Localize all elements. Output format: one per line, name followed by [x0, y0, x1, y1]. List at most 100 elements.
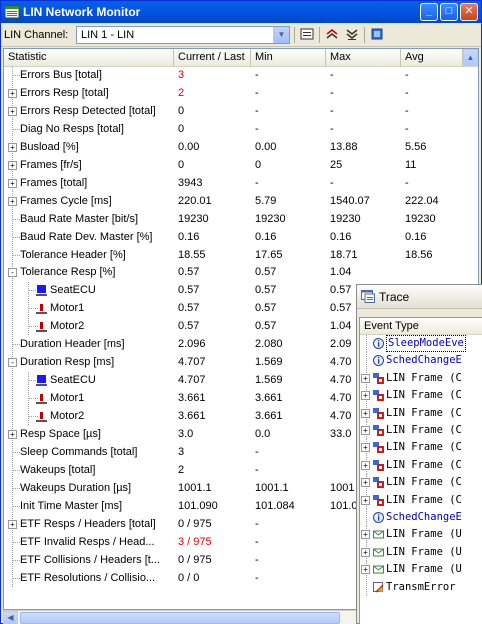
collapse-all-button[interactable] — [324, 27, 340, 43]
trace-row[interactable]: + LIN Frame (U — [360, 543, 482, 561]
table-row[interactable]: + Frames [fr/s] 0 0 25 11 — [4, 156, 478, 174]
trace-row[interactable]: + LIN Frame (U — [360, 526, 482, 544]
slave-node-icon — [36, 322, 47, 333]
expand-icon[interactable]: + — [8, 160, 17, 170]
current-value: 3.0 — [178, 428, 194, 440]
expand-icon[interactable]: + — [361, 565, 370, 575]
trace-row[interactable]: + LIN Frame (U — [360, 561, 482, 579]
avg-value: 18.56 — [405, 248, 433, 261]
table-row[interactable]: Baud Rate Dev. Master [%] 0.16 0.16 0.16 0.1… — [4, 228, 478, 246]
tree-connector — [366, 509, 367, 526]
statistic-label: ETF Resps / Headers [total] — [20, 517, 156, 530]
column-header-min[interactable]: Min — [251, 49, 326, 67]
slave-node-icon — [36, 394, 47, 405]
lin-frame-icon — [373, 494, 384, 506]
avg-value: 5.56 — [405, 140, 427, 153]
table-row[interactable]: Diag No Resps [total] 0 - - - — [4, 120, 478, 138]
trace-column-header-event-type[interactable]: Event Type — [360, 318, 482, 335]
statistic-label: Resp Space [µs] — [20, 428, 101, 440]
min-value: 1001.1 — [255, 481, 289, 494]
tree-connector — [12, 408, 13, 426]
table-row[interactable]: Baud Rate Master [bit/s] 19230 19230 19230 1… — [4, 210, 478, 228]
expand-all-icon — [346, 29, 358, 40]
minimize-button[interactable]: _ — [420, 3, 438, 21]
trace-event-type: TransmError — [386, 580, 456, 593]
lin-frame-icon — [373, 459, 384, 471]
expand-icon[interactable]: + — [8, 178, 17, 188]
title-bar[interactable]: LIN Network Monitor _ □ ✕ — [1, 1, 481, 23]
max-value: 0.16 — [330, 230, 352, 243]
trace-list[interactable]: Event Type SleepModeEve SchedChangeE + LIN … — [359, 317, 482, 624]
table-row[interactable]: - Tolerance Resp [%] 0.57 0.57 1.04 — [4, 264, 478, 282]
column-header-current[interactable]: Current / Last — [174, 49, 251, 67]
trace-row[interactable]: SchedChangeE — [360, 509, 482, 526]
trace-row[interactable]: + LIN Frame (C — [360, 439, 482, 457]
trace-row[interactable]: SleepModeEve — [360, 335, 482, 352]
expand-icon[interactable]: + — [361, 460, 370, 470]
table-row[interactable]: + Errors Resp Detected [total] 0 - - - — [4, 102, 478, 120]
expand-icon[interactable]: + — [361, 530, 370, 540]
trace-row[interactable]: TransmError — [360, 578, 482, 596]
scrollbar-thumb[interactable] — [20, 612, 340, 624]
expand-all-button[interactable] — [344, 27, 360, 43]
trace-row[interactable]: + LIN Frame (C — [360, 387, 482, 405]
toolbar-separator — [364, 27, 365, 43]
table-row[interactable]: + Frames Cycle [ms] 220.01 5.79 1540.07 222.0… — [4, 192, 478, 210]
trace-row[interactable]: SchedChangeE — [360, 352, 482, 370]
table-row[interactable]: Errors Bus [total] 3 - - - — [4, 67, 478, 84]
trace-icon — [361, 290, 375, 303]
expand-icon[interactable]: + — [8, 519, 17, 529]
column-header-statistic[interactable]: Statistic — [4, 49, 174, 67]
table-row[interactable]: + Errors Resp [total] 2 - - - — [4, 84, 478, 102]
properties-icon — [300, 28, 314, 40]
expand-icon[interactable]: + — [8, 196, 17, 206]
avg-value: - — [405, 69, 409, 81]
collapse-icon[interactable]: - — [8, 358, 17, 368]
expand-icon[interactable]: + — [8, 142, 17, 152]
expand-icon[interactable]: + — [361, 443, 370, 453]
min-value: 0.57 — [255, 320, 277, 333]
chevron-down-icon[interactable]: ▼ — [273, 27, 289, 43]
table-row[interactable]: + Busload [%] 0.00 0.00 13.88 5.56 — [4, 138, 478, 156]
expand-icon[interactable]: + — [8, 106, 17, 116]
trace-event-type: SchedChangeE — [386, 354, 462, 367]
trace-title-bar[interactable]: Trace — [357, 285, 482, 309]
expand-icon[interactable]: + — [361, 547, 370, 557]
expand-icon[interactable]: + — [361, 495, 370, 505]
chevron-up-icon: ▲ — [466, 53, 475, 62]
trace-row[interactable]: + LIN Frame (C — [360, 369, 482, 387]
scroll-up-button[interactable]: ▲ — [463, 49, 478, 66]
max-value: 1540.07 — [330, 194, 370, 207]
column-header-avg[interactable]: Avg — [401, 49, 463, 67]
maximize-button[interactable]: □ — [440, 3, 458, 21]
scroll-left-button[interactable]: ◀ — [3, 611, 18, 624]
expand-icon[interactable]: + — [361, 478, 370, 488]
collapse-icon[interactable]: - — [8, 268, 17, 278]
expand-icon[interactable]: + — [361, 373, 370, 383]
expand-icon[interactable]: + — [8, 88, 17, 98]
column-header-max[interactable]: Max — [326, 49, 401, 67]
current-value: 2 — [178, 463, 185, 476]
properties-button[interactable] — [299, 27, 315, 43]
current-value: 0 — [178, 122, 185, 135]
trace-row[interactable]: + LIN Frame (C — [360, 474, 482, 492]
avg-value: - — [405, 176, 409, 189]
current-value: 1001.1 — [178, 481, 212, 494]
trace-event-type: LIN Frame (U — [386, 528, 462, 541]
close-button[interactable]: ✕ — [460, 3, 478, 21]
expand-icon[interactable]: + — [361, 391, 370, 401]
min-value: - — [255, 122, 259, 135]
trace-row[interactable]: + LIN Frame (C — [360, 422, 482, 439]
table-row[interactable]: + Frames [total] 3943 - - - — [4, 174, 478, 192]
statistic-label: Motor1 — [50, 302, 85, 315]
table-row[interactable]: Tolerance Header [%] 18.55 17.65 18.71 18.56 — [4, 246, 478, 264]
reset-button[interactable] — [369, 27, 385, 43]
expand-icon[interactable]: + — [8, 430, 17, 439]
lin-channel-select[interactable]: LIN 1 - LIN ▼ — [76, 26, 290, 44]
expand-icon[interactable]: + — [361, 408, 370, 418]
trace-row[interactable]: + LIN Frame (C — [360, 491, 482, 509]
trace-row[interactable]: + LIN Frame (C — [360, 456, 482, 474]
current-value: 0.57 — [178, 266, 200, 279]
trace-row[interactable]: + LIN Frame (C — [360, 404, 482, 422]
expand-icon[interactable]: + — [361, 426, 370, 435]
